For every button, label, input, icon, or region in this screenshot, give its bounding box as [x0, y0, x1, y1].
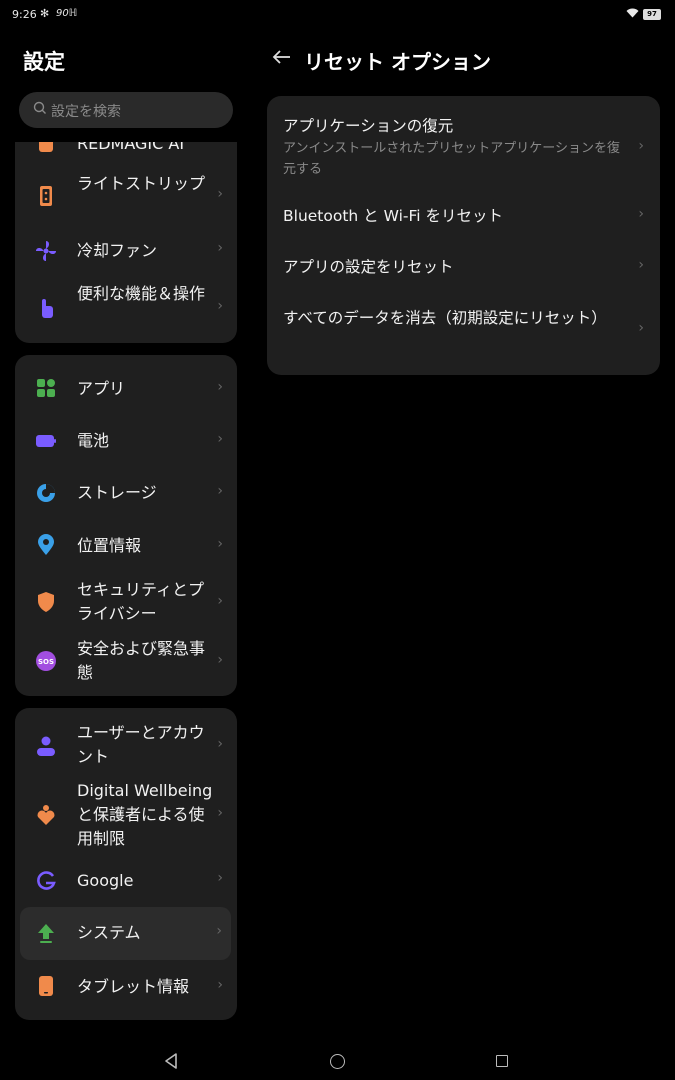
battery-icon — [36, 435, 56, 447]
page-title: リセット オプション — [304, 50, 491, 74]
option-restore-apps[interactable]: アプリケーションの復元 アンインストールされたプリセットアプリケーションを復元す… — [283, 114, 623, 180]
location-pin-icon — [38, 534, 54, 555]
chevron-right-icon: › — [216, 923, 222, 939]
settings-group-1: REDMAGIC AI ライトストリップ › 冷却ファン › 便利な機能＆操作 … — [15, 142, 237, 343]
refresh-rate-icon: 90ℍ — [56, 8, 78, 19]
storage-pie-icon — [37, 484, 55, 502]
sos-icon: SOS — [36, 651, 56, 671]
sidebar-item-redmagic-ai[interactable]: REDMAGIC AI — [15, 142, 237, 160]
chevron-right-icon: › — [217, 431, 223, 447]
sidebar-item-label: ユーザーとアカウント — [77, 723, 205, 766]
back-arrow-icon[interactable] — [272, 46, 292, 68]
fan-status-icon: ✻ — [40, 7, 50, 20]
sidebar-item-tablet-info[interactable]: タブレット情報 › — [15, 961, 237, 1013]
sidebar-item-cooling-fan[interactable]: 冷却ファン › — [15, 230, 237, 272]
sidebar-item-safety-emergency[interactable]: SOS 安全および緊急事態 › — [15, 632, 237, 690]
sidebar-item-label: Digital Wellbeing と保護者による使用制限 — [77, 781, 213, 848]
chevron-right-icon: › — [217, 736, 223, 752]
chevron-right-icon: › — [638, 206, 644, 222]
sidebar-item-label: セキュリティとプライバシー — [77, 580, 205, 623]
apps-grid-icon — [37, 379, 55, 397]
sidebar-item-system[interactable]: システム › — [20, 907, 231, 960]
light-strip-icon — [40, 186, 52, 206]
battery-status-icon: 97 — [643, 9, 661, 20]
shield-icon — [38, 592, 54, 612]
chevron-right-icon: › — [217, 536, 223, 552]
search-placeholder: 設定を検索 — [51, 104, 121, 120]
settings-group-2: アプリ › 電池 › ストレージ › 位置情報 › セキュリティとプライバシー … — [15, 355, 237, 696]
status-time: 9:26 — [12, 8, 37, 21]
nav-home-icon[interactable] — [330, 1054, 345, 1069]
chevron-right-icon: › — [638, 320, 644, 336]
sidebar-item-google[interactable]: Google › — [15, 856, 237, 906]
chevron-right-icon: › — [217, 870, 223, 886]
wellbeing-heart-icon — [37, 805, 55, 825]
sidebar-item-label: 安全および緊急事態 — [77, 639, 206, 682]
system-update-icon — [38, 924, 54, 943]
option-reset-app-prefs[interactable]: アプリの設定をリセット — [283, 255, 623, 279]
sidebar-item-convenience[interactable]: 便利な機能＆操作 › — [15, 280, 237, 338]
sidebar-item-label: タブレット情報 — [77, 977, 190, 996]
settings-search-bar[interactable]: 設定を検索 — [19, 92, 233, 128]
option-reset-bluetooth-wifi[interactable]: Bluetooth と Wi-Fi をリセット — [283, 204, 623, 228]
wifi-icon — [626, 8, 639, 21]
chevron-right-icon: › — [638, 257, 644, 273]
sidebar-item-apps[interactable]: アプリ › — [15, 363, 237, 415]
chevron-right-icon: › — [217, 298, 223, 314]
chevron-right-icon: › — [217, 240, 223, 256]
option-subtitle: アンインストールされたプリセットアプリケーションを復元する — [283, 141, 620, 177]
sidebar-item-label: ライトストリップ — [77, 174, 206, 193]
sidebar-item-digital-wellbeing[interactable]: Digital Wellbeing と保護者による使用制限 › — [15, 776, 237, 856]
tablet-icon — [39, 976, 53, 996]
chevron-right-icon: › — [217, 805, 223, 821]
sidebar-item-label: システム — [77, 923, 141, 942]
sidebar-item-users-accounts[interactable]: ユーザーとアカウント › — [15, 714, 237, 776]
status-bar: 9:26 ✻ 90ℍ 97 — [0, 0, 675, 30]
sidebar-item-battery[interactable]: 電池 › — [15, 415, 237, 467]
settings-group-3: ユーザーとアカウント › Digital Wellbeing と保護者による使用… — [15, 708, 237, 1020]
chevron-right-icon: › — [217, 483, 223, 499]
chevron-right-icon: › — [217, 977, 223, 993]
sidebar-item-storage[interactable]: ストレージ › — [15, 467, 237, 519]
sidebar-item-label: 便利な機能＆操作 — [77, 284, 206, 303]
user-icon — [37, 736, 55, 756]
sidebar-item-label: ストレージ — [77, 483, 157, 502]
cooling-fan-icon — [36, 241, 56, 261]
battery-level: 97 — [647, 10, 657, 18]
sidebar-item-label: 電池 — [77, 431, 110, 450]
settings-title: 設定 — [23, 50, 65, 74]
chevron-right-icon: › — [217, 379, 223, 395]
chevron-right-icon: › — [638, 138, 644, 154]
chevron-right-icon: › — [217, 593, 223, 609]
option-title: Bluetooth と Wi-Fi をリセット — [283, 207, 504, 225]
chevron-right-icon: › — [217, 186, 223, 202]
sidebar-item-label: Google — [77, 871, 134, 890]
chevron-right-icon: › — [217, 652, 223, 668]
sidebar-item-light-strip[interactable]: ライトストリップ › — [15, 170, 237, 224]
option-title: アプリの設定をリセット — [283, 258, 454, 276]
sidebar-item-security[interactable]: セキュリティとプライバシー › — [15, 573, 237, 631]
sidebar-item-label: アプリ — [77, 379, 126, 398]
sidebar-item-label: 位置情報 — [77, 536, 142, 555]
svg-text:SOS: SOS — [38, 658, 54, 666]
sidebar-item-location[interactable]: 位置情報 › — [15, 520, 237, 572]
redmagic-ai-icon — [39, 142, 53, 152]
reset-options-card: アプリケーションの復元 アンインストールされたプリセットアプリケーションを復元す… — [267, 96, 660, 375]
nav-recents-icon[interactable] — [496, 1055, 508, 1067]
option-title: アプリケーションの復元 — [283, 117, 454, 135]
option-factory-reset[interactable]: すべてのデータを消去（初期設定にリセット） — [283, 306, 623, 330]
sidebar-item-label: REDMAGIC AI — [77, 142, 185, 153]
google-g-icon — [37, 871, 56, 890]
gesture-hand-icon — [42, 299, 53, 318]
refresh-rate-value: 90 — [56, 8, 69, 19]
nav-back-icon[interactable] — [163, 1052, 179, 1070]
sidebar-item-label: 冷却ファン — [77, 241, 158, 260]
search-icon — [33, 101, 46, 114]
option-title: すべてのデータを消去（初期設定にリセット） — [283, 309, 607, 327]
